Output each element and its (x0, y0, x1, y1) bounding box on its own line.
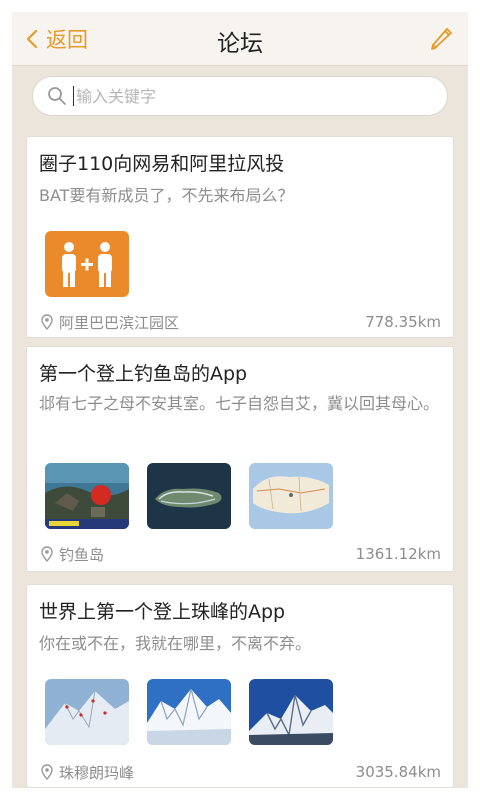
search-input[interactable] (76, 86, 406, 106)
post-location: 阿里巴巴滨江园区 (41, 312, 179, 333)
post-card[interactable]: 世界上第一个登上珠峰的App 你在或不在，我就在哪里，不离不弃。 珠穆朗玛峰 3… (26, 584, 454, 788)
edit-button[interactable] (428, 24, 456, 52)
post-description: BAT要有新成员了，不先来布局么？ (39, 186, 294, 205)
post-title[interactable]: 第一个登上钓鱼岛的App (39, 359, 247, 386)
location-label: 珠穆朗玛峰 (59, 763, 135, 782)
post-description: 邶有七子之母不安其室。七子自怨自艾，冀以回其母心。 (39, 394, 440, 413)
distance-label: 1361.12km (355, 545, 441, 563)
post-title[interactable]: 圈子110向网易和阿里拉风投 (39, 149, 284, 176)
post-location: 钓鱼岛 (41, 544, 104, 565)
search-bar (12, 66, 468, 130)
pencil-icon (431, 28, 452, 50)
post-description: 你在或不在，我就在哪里，不离不弃。 (39, 634, 312, 653)
app-frame: 返回 论坛 圈子110向网易和阿里拉风投 BAT要有新成员了，不先来布 (12, 12, 468, 788)
text-cursor (73, 86, 74, 106)
post-thumbnails (45, 231, 129, 297)
post-thumbnail[interactable] (45, 231, 129, 297)
post-card[interactable]: 第一个登上钓鱼岛的App 邶有七子之母不安其室。七子自怨自艾，冀以回其母心。 钓… (26, 346, 454, 572)
post-title[interactable]: 世界上第一个登上珠峰的App (39, 597, 285, 624)
post-card[interactable]: 圈子110向网易和阿里拉风投 BAT要有新成员了，不先来布局么？ 阿里巴巴滨江园… (26, 136, 454, 338)
location-pin-icon (41, 314, 53, 330)
post-thumbnail[interactable] (45, 463, 129, 529)
location-pin-icon (41, 546, 53, 562)
nav-bar: 返回 论坛 (12, 12, 468, 66)
post-thumbnails (45, 679, 333, 745)
post-thumbnail[interactable] (249, 463, 333, 529)
distance-label: 3035.84km (355, 763, 441, 781)
search-box[interactable] (32, 76, 448, 116)
location-label: 钓鱼岛 (59, 545, 105, 564)
post-meta: 珠穆朗玛峰 3035.84km (41, 761, 441, 783)
post-location: 珠穆朗玛峰 (41, 762, 134, 783)
post-thumbnail[interactable] (147, 463, 231, 529)
location-pin-icon (41, 764, 53, 780)
search-icon (48, 87, 66, 105)
location-label: 阿里巴巴滨江园区 (59, 313, 180, 332)
post-thumbnail[interactable] (249, 679, 333, 745)
post-thumbnail[interactable] (45, 679, 129, 745)
post-thumbnail[interactable] (147, 679, 231, 745)
post-thumbnails (45, 463, 333, 529)
page-title: 论坛 (217, 31, 263, 57)
post-meta: 钓鱼岛 1361.12km (41, 543, 441, 565)
distance-label: 778.35km (365, 313, 441, 331)
post-meta: 阿里巴巴滨江园区 778.35km (41, 311, 441, 333)
